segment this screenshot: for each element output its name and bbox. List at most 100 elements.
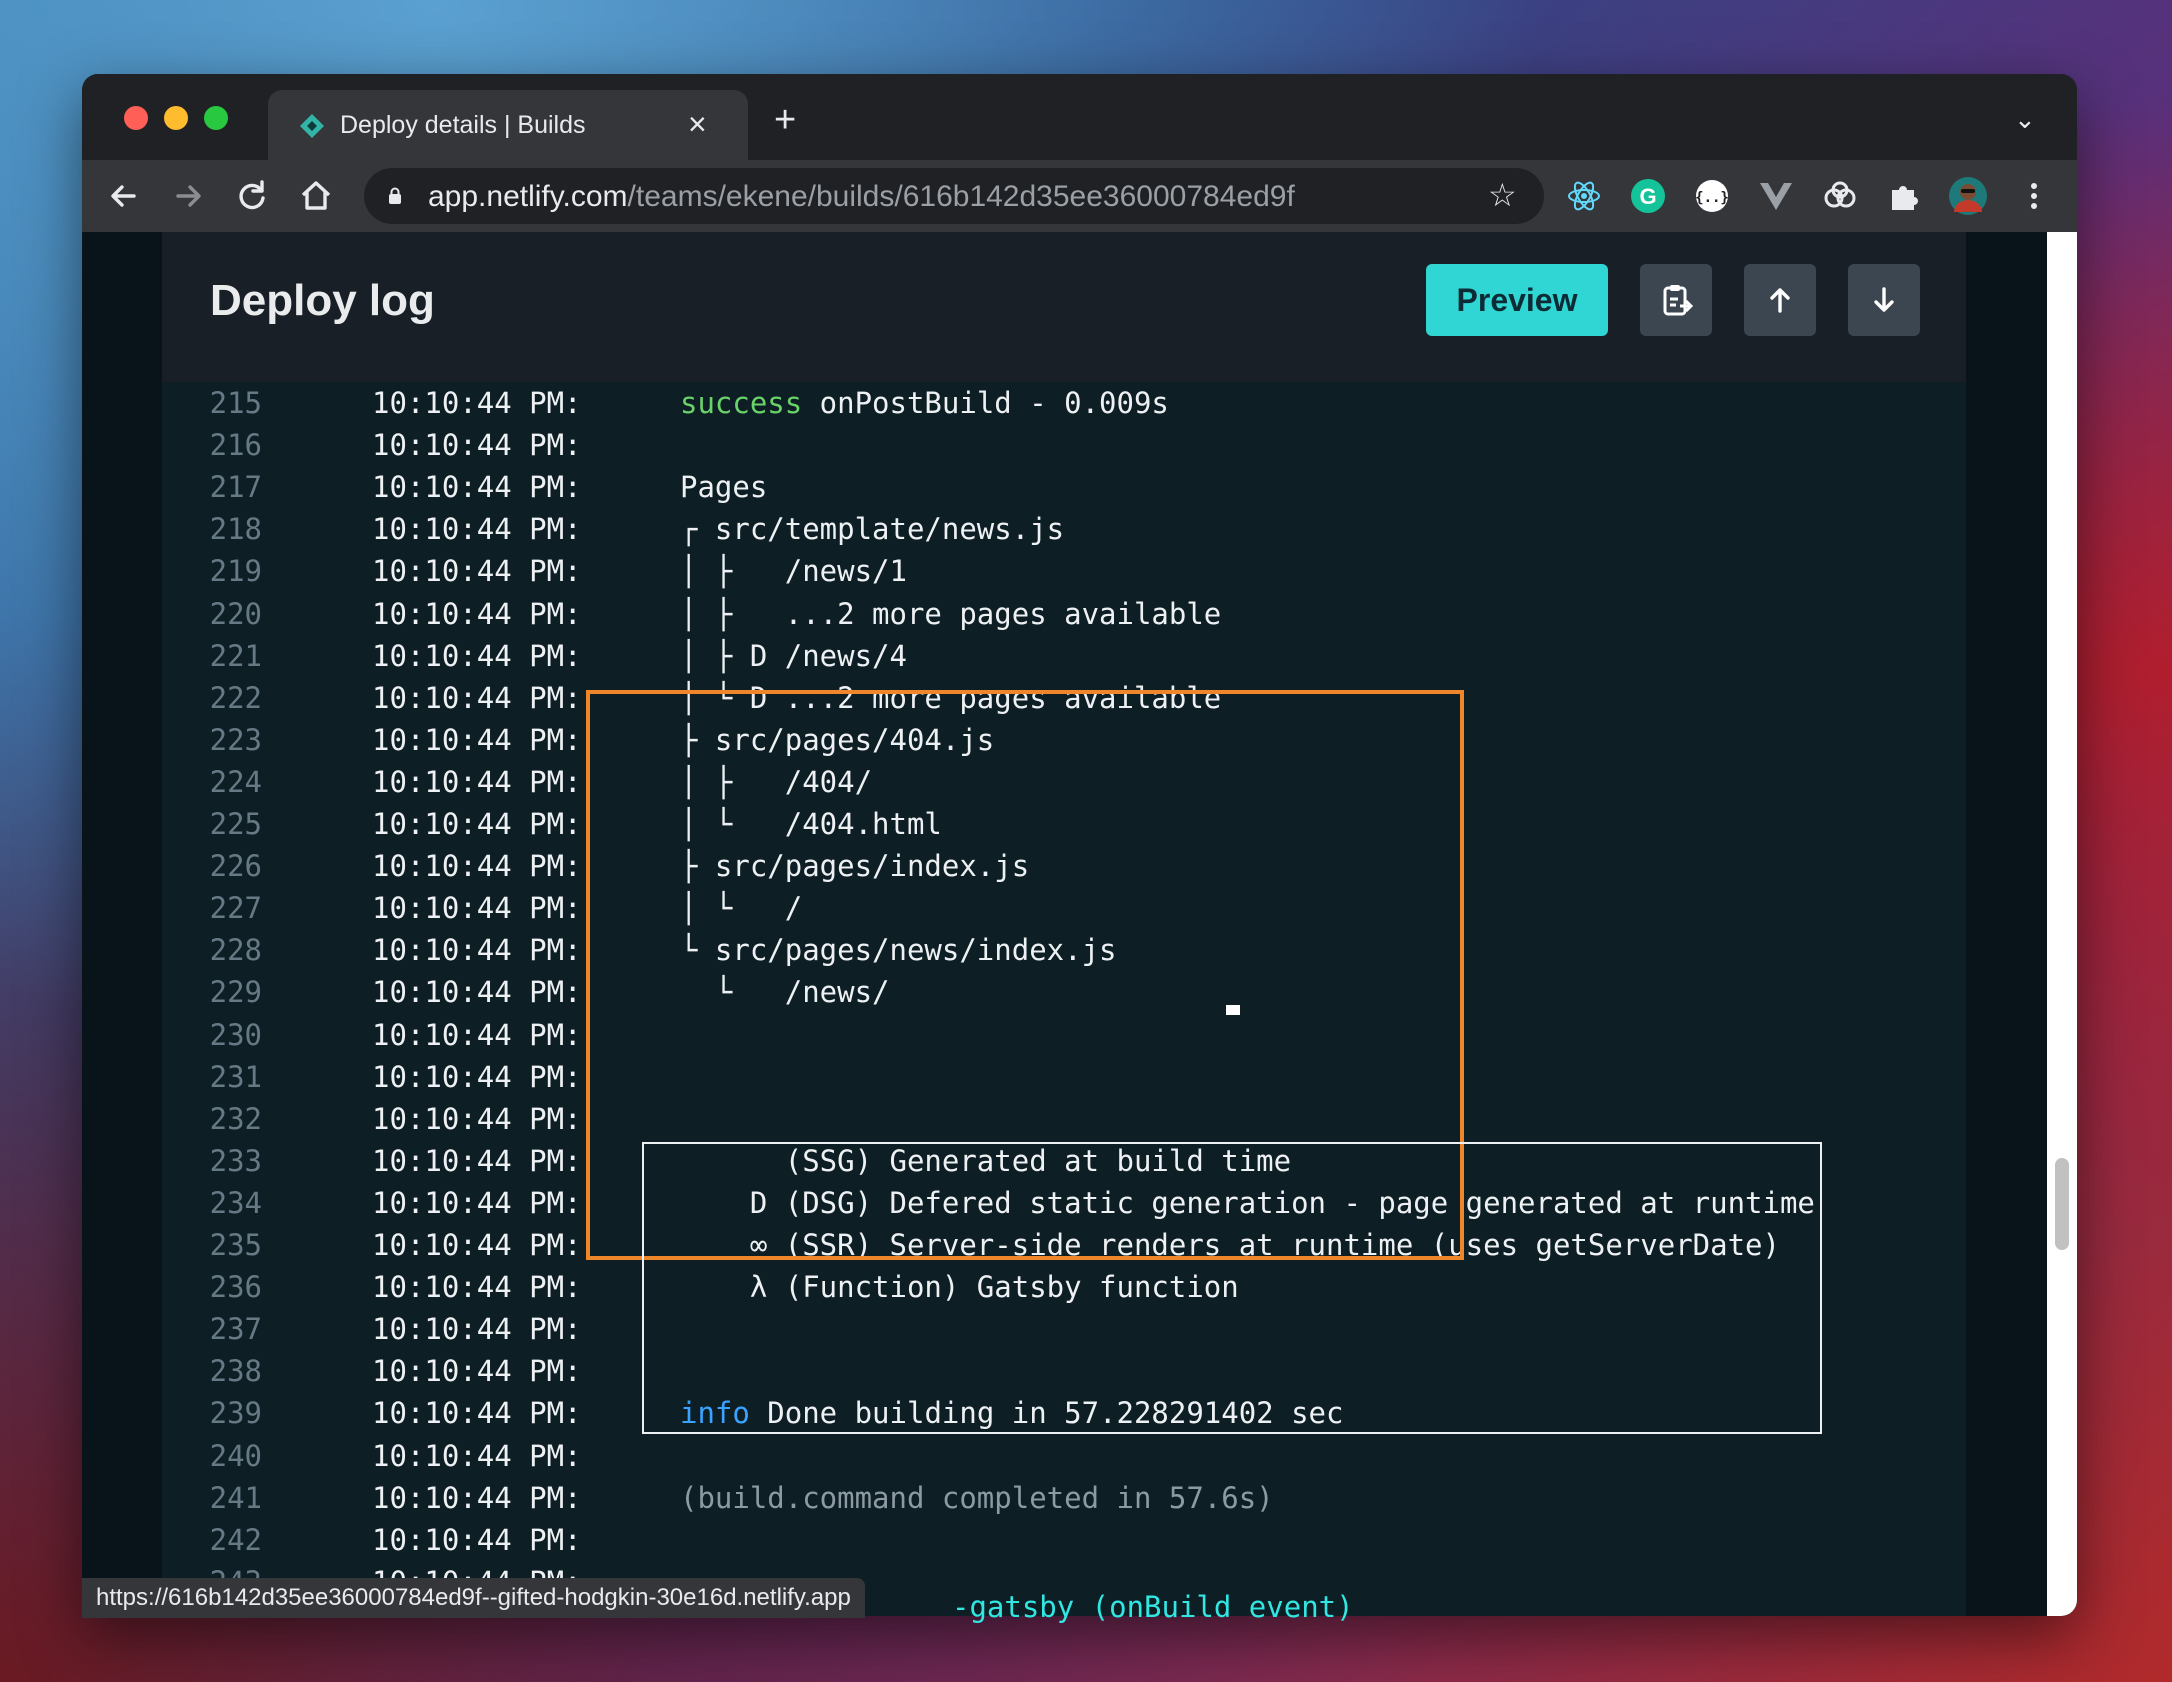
log-timestamp: 10:10:44 PM: <box>372 1439 582 1473</box>
lock-icon[interactable] <box>388 187 402 205</box>
log-message: ├ src/pages/index.js <box>680 845 1029 887</box>
scrollbar-thumb[interactable] <box>2055 1158 2069 1250</box>
back-arrow-icon[interactable] <box>102 174 146 218</box>
log-text: ├ src/pages/404.js <box>680 723 995 757</box>
log-message: │ └ /404.html <box>680 803 942 845</box>
new-tab-button[interactable]: + <box>774 101 796 139</box>
home-icon[interactable] <box>294 174 338 218</box>
log-line: 232 10:10:44 PM: <box>162 1098 1966 1140</box>
netlify-diamond-icon <box>300 114 324 138</box>
log-line: 223 10:10:44 PM: ├ src/pages/404.js <box>162 719 1966 761</box>
log-timestamp: 10:10:44 PM: <box>372 1481 582 1515</box>
log-line: 215 10:10:44 PM: success onPostBuild - 0.0… <box>162 382 1966 424</box>
puzzle-extensions-icon[interactable] <box>1884 176 1924 216</box>
tab-bar: Deploy details | Builds × + ⌄ <box>82 74 2077 160</box>
wappalyzer-icon[interactable] <box>1820 176 1860 216</box>
line-number: 234 <box>209 1186 262 1220</box>
log-message: (build.command completed in 57.6s) <box>680 1477 1274 1519</box>
arrow-up-icon <box>1770 288 1790 313</box>
log-message: └ src/pages/news/index.js <box>680 929 1117 971</box>
log-timestamp: 10:10:44 PM: <box>372 1523 582 1557</box>
reload-icon[interactable] <box>230 174 274 218</box>
line-number: 233 <box>209 1144 262 1178</box>
line-number: 228 <box>209 933 262 967</box>
browser-window: Deploy details | Builds × + ⌄ app.netlif… <box>82 74 2077 1616</box>
svg-text:G: G <box>1639 184 1656 209</box>
bookmark-star-icon[interactable]: ☆ <box>1488 176 1517 214</box>
log-text: │ ├ /404/ <box>680 765 873 799</box>
scroll-to-top-button[interactable] <box>1744 264 1816 336</box>
url-path: /teams/ekene/builds/616b142d35ee36000784… <box>627 180 1295 213</box>
log-timestamp: 10:10:44 PM: <box>372 1396 582 1430</box>
log-line: 227 10:10:44 PM: │ └ / <box>162 887 1966 929</box>
line-number: 222 <box>209 681 262 715</box>
scroll-to-bottom-button[interactable] <box>1848 264 1920 336</box>
svg-text:{..}: {..} <box>1695 190 1729 206</box>
log-timestamp: 10:10:44 PM: <box>372 512 582 546</box>
react-devtools-icon[interactable] <box>1564 176 1604 216</box>
log-text: │ ├ /news/1 <box>680 554 907 588</box>
tab-title: Deploy details | Builds <box>340 111 586 139</box>
log-line: 225 10:10:44 PM: │ └ /404.html <box>162 803 1966 845</box>
line-number: 240 <box>209 1439 262 1473</box>
json-viewer-icon[interactable]: {..} <box>1692 176 1732 216</box>
kebab-menu-icon[interactable] <box>2012 174 2056 218</box>
log-text: │ ├ D /news/4 <box>680 639 907 673</box>
scrollbar[interactable] <box>2047 232 2077 1616</box>
log-message: └ /news/ <box>680 971 890 1013</box>
address-bar[interactable]: app.netlify.com/teams/ekene/builds/616b1… <box>364 168 1544 224</box>
log-timestamp: 10:10:44 PM: <box>372 1018 582 1052</box>
line-number: 236 <box>209 1270 262 1304</box>
copy-log-button[interactable] <box>1640 264 1712 336</box>
clipboard-copy-icon <box>1663 285 1694 316</box>
zoom-window-button[interactable] <box>204 106 228 130</box>
chevron-down-icon[interactable]: ⌄ <box>2014 104 2036 135</box>
line-number: 227 <box>209 891 262 925</box>
log-text: │ ├ ...2 more pages available <box>680 597 1222 631</box>
log-line: 222 10:10:44 PM: │ └ D ...2 more pages ava… <box>162 677 1966 719</box>
close-icon[interactable]: × <box>688 106 707 142</box>
line-number: 238 <box>209 1354 262 1388</box>
log-line: 226 10:10:44 PM: ├ src/pages/index.js <box>162 845 1966 887</box>
line-number: 224 <box>209 765 262 799</box>
log-message: Pages <box>680 466 767 508</box>
log-dim-text: (build.command completed in 57.6s) <box>680 1481 1274 1515</box>
close-window-button[interactable] <box>124 106 148 130</box>
log-timestamp: 10:10:44 PM: <box>372 1228 582 1262</box>
forward-arrow-icon[interactable] <box>166 174 210 218</box>
page-content: Deploy log Preview 215 10:10:44 PM: succ… <box>82 232 2047 1616</box>
log-timestamp: 10:10:44 PM: <box>372 639 582 673</box>
grammarly-icon[interactable]: G <box>1628 176 1668 216</box>
line-number: 230 <box>209 1018 262 1052</box>
log-partial-line: -gatsby (onBuild event) <box>952 1590 1354 1624</box>
line-number: 229 <box>209 975 262 1009</box>
log-line: 231 10:10:44 PM: <box>162 1056 1966 1098</box>
link-status-bar: https://616b142d35ee36000784ed9f--gifted… <box>82 1578 865 1618</box>
profile-avatar[interactable] <box>1948 176 1988 216</box>
log-timestamp: 10:10:44 PM: <box>372 597 582 631</box>
log-timestamp: 10:10:44 PM: <box>372 975 582 1009</box>
log-text: onPostBuild - 0.009s <box>802 386 1169 420</box>
vue-devtools-icon[interactable] <box>1756 176 1796 216</box>
log-level-success: success <box>680 386 803 420</box>
line-number: 239 <box>209 1396 262 1430</box>
log-text: └ /news/ <box>680 975 890 1009</box>
preview-button[interactable]: Preview <box>1426 264 1608 336</box>
log-line: 230 10:10:44 PM: <box>162 1014 1966 1056</box>
log-text: Pages <box>680 470 768 504</box>
url-text[interactable]: app.netlify.com/teams/ekene/builds/616b1… <box>428 180 1295 214</box>
text-cursor <box>1226 1005 1240 1015</box>
tab-deploy-details[interactable]: Deploy details | Builds × <box>268 90 748 160</box>
line-number: 235 <box>209 1228 262 1262</box>
legend-box <box>642 1142 1822 1434</box>
log-timestamp: 10:10:44 PM: <box>372 1060 582 1094</box>
deploy-log-header: Deploy log Preview <box>162 232 1966 382</box>
line-number: 221 <box>209 639 262 673</box>
log-line: 228 10:10:44 PM: └ src/pages/news/index.js <box>162 929 1966 971</box>
log-line: 217 10:10:44 PM: Pages <box>162 466 1966 508</box>
log-message: success onPostBuild - 0.009s <box>680 382 1169 424</box>
log-timestamp: 10:10:44 PM: <box>372 428 582 462</box>
minimize-window-button[interactable] <box>164 106 188 130</box>
log-timestamp: 10:10:44 PM: <box>372 765 582 799</box>
log-message: │ ├ /404/ <box>680 761 872 803</box>
